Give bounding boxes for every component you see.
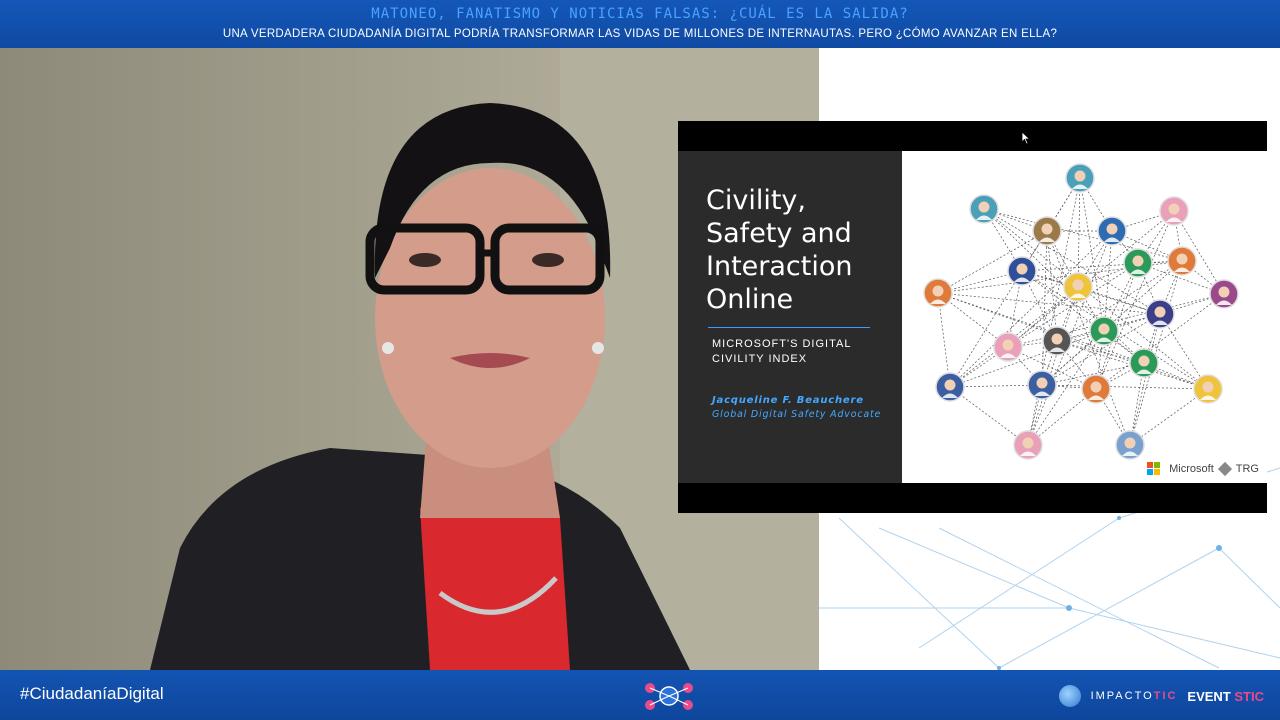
network-link [1046, 230, 1058, 342]
network-link [1129, 313, 1161, 446]
slide-title: Civility, Safety and Interaction Online [706, 185, 853, 315]
bottom-bar: #CiudadaníaDigital IMPACTOTIC EVENT STIC [0, 670, 1280, 720]
network-avatar-icon [1097, 216, 1127, 246]
network-avatar-icon [1129, 348, 1159, 378]
top-banner: Matoneo, fanatismo y noticias falsas: ¿c… [0, 0, 1280, 48]
network-avatar-icon [1167, 246, 1197, 276]
network-avatar-icon [1081, 374, 1111, 404]
network-link [1077, 177, 1081, 288]
network-link [1079, 177, 1105, 332]
microsoft-logo-text: Microsoft [1169, 462, 1214, 475]
network-avatar-icon [1115, 430, 1145, 460]
network-link [1021, 260, 1183, 272]
trg-logo-text: TRG [1235, 462, 1259, 475]
trg-logo-icon [1217, 461, 1232, 476]
presentation-slide: Civility, Safety and Interaction Online … [678, 121, 1267, 513]
network-avatar-icon [1123, 248, 1153, 278]
brand-eventos: EVENT STIC [1187, 688, 1264, 704]
slide-author-role: Global Digital Safety Advocate [712, 409, 882, 420]
slide-subtitle: MICROSOFT'S DIGITAL CIVILITY INDEX [712, 338, 852, 365]
sponsor-brands: IMPACTOTIC EVENT STIC [1058, 685, 1264, 707]
network-avatar-icon [1027, 370, 1057, 400]
slide-logos: Microsoft TRG [1147, 461, 1259, 476]
hashtag-label: #CiudadaníaDigital [20, 684, 164, 703]
network-avatar-icon [1089, 316, 1119, 346]
network-avatar-icon [1042, 326, 1072, 356]
network-avatar-icon [923, 278, 953, 308]
slide-author: Jacqueline F. Beauchere [712, 395, 864, 406]
network-avatar-icon [1209, 279, 1239, 309]
network-link [1041, 230, 1048, 386]
network-avatar-icon [1013, 430, 1043, 460]
microsoft-logo-icon [1147, 462, 1161, 475]
network-avatar-icon [969, 194, 999, 224]
banner-title: Matoneo, fanatismo y noticias falsas: ¿c… [371, 6, 909, 22]
network-link [983, 208, 1209, 390]
network-avatar-icon [993, 332, 1023, 362]
network-avatar-icon [1145, 299, 1175, 329]
network-avatar-icon [1065, 163, 1095, 193]
slide-divider [708, 327, 870, 328]
network-avatar-icon [935, 372, 965, 402]
network-link [949, 330, 1105, 388]
slide-network-panel: Microsoft TRG [902, 151, 1267, 483]
slide-title-panel: Civility, Safety and Interaction Online … [678, 151, 902, 483]
cursor-icon [1021, 131, 1031, 145]
network-avatar-icon [1063, 272, 1093, 302]
brand-impacto: IMPACTOTIC [1090, 690, 1178, 702]
impacto-globe-icon [1058, 685, 1081, 707]
banner-subtitle: UNA VERDADERA CIUDADANÍA DIGITAL PODRÍA … [222, 28, 1058, 40]
network-avatar-icon [1007, 256, 1037, 286]
event-logo-icon [645, 683, 693, 710]
network-avatar-icon [1159, 196, 1189, 226]
people-network-graphic [923, 163, 1239, 460]
network-avatar-icon [1032, 216, 1062, 246]
network-avatar-icon [1193, 374, 1223, 404]
network-link [983, 208, 1183, 262]
network-link [1027, 286, 1079, 446]
